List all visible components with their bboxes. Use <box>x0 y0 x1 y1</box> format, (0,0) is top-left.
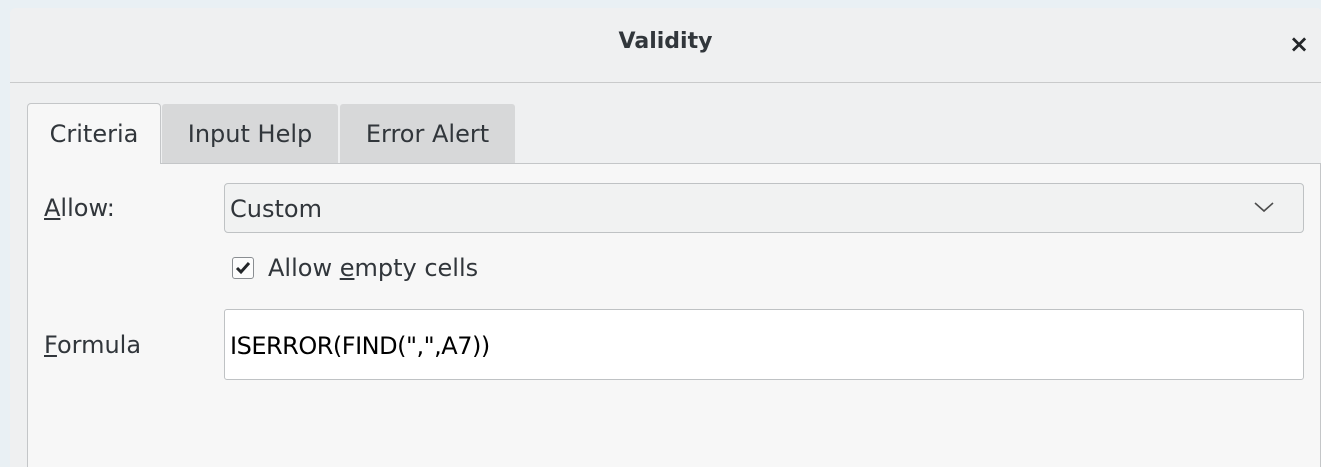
background-edge <box>0 0 10 467</box>
title-bar[interactable]: Validity × <box>10 8 1321 83</box>
formula-label: Formula <box>44 331 141 359</box>
close-icon: × <box>1288 30 1310 58</box>
allow-dropdown-value: Custom <box>230 195 322 223</box>
close-button[interactable]: × <box>1285 28 1313 60</box>
formula-label-rest: ormula <box>56 331 142 359</box>
tab-error-alert[interactable]: Error Alert <box>340 104 515 163</box>
formula-value: ISERROR(FIND(",",A7)) <box>230 332 490 360</box>
tab-input-help-label: Input Help <box>187 120 313 148</box>
allow-empty-suffix: mpty cells <box>354 254 479 282</box>
allow-dropdown[interactable]: Custom <box>224 183 1304 233</box>
formula-label-mnemonic: F <box>44 331 57 359</box>
checkmark-icon <box>235 262 251 275</box>
allow-label-rest: llow: <box>60 194 115 222</box>
dialog-title: Validity <box>618 29 713 54</box>
validity-dialog: Validity × Criteria Input Help Error Ale… <box>10 8 1321 467</box>
tab-criteria[interactable]: Criteria <box>27 103 161 164</box>
tab-input-help[interactable]: Input Help <box>162 104 338 163</box>
allow-empty-mnemonic: e <box>339 254 355 282</box>
tab-error-alert-label: Error Alert <box>365 120 490 148</box>
dialog-body: Criteria Input Help Error Alert Allow: C… <box>10 83 1321 467</box>
chevron-down-icon <box>1254 202 1274 213</box>
allow-empty-prefix: Allow <box>268 254 340 282</box>
allow-empty-cells-checkbox[interactable] <box>232 257 254 279</box>
allow-label: Allow: <box>44 194 115 222</box>
criteria-panel: Allow: Custom Allow empty cells Formula … <box>27 163 1321 467</box>
allow-empty-cells-label[interactable]: Allow empty cells <box>268 254 478 282</box>
formula-input[interactable]: ISERROR(FIND(",",A7)) <box>224 309 1304 380</box>
allow-label-mnemonic: A <box>44 194 61 222</box>
tab-criteria-label: Criteria <box>49 120 139 148</box>
